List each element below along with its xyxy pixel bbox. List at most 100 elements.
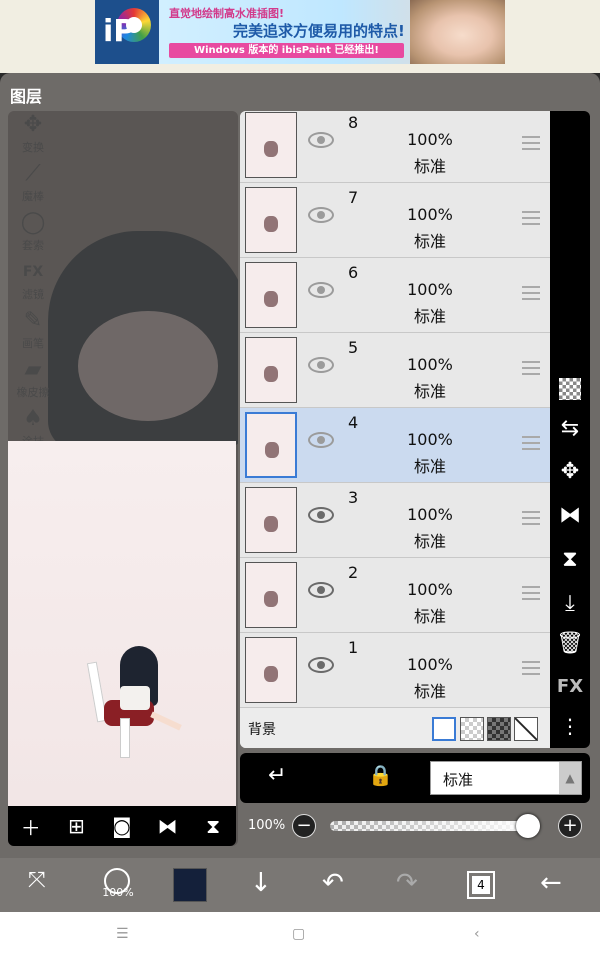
- eye-icon[interactable]: [308, 357, 334, 373]
- layer-row-6[interactable]: 6 100% 标准: [240, 258, 550, 333]
- opacity-slider[interactable]: [330, 814, 540, 838]
- ad-illustration: [410, 0, 505, 64]
- eye-icon[interactable]: [308, 207, 334, 223]
- brush-size-button[interactable]: 100%: [98, 864, 138, 904]
- drag-handle-icon[interactable]: [522, 511, 540, 525]
- merge-down-icon[interactable]: ⤓: [550, 591, 590, 616]
- ad-banner[interactable]: iP 直觉地绘制高水准插图! 完美追求方便易用的特点! Windows 版本的 …: [0, 0, 600, 73]
- layer-opacity: 100%: [407, 505, 453, 524]
- layer-blend-mode: 标准: [413, 532, 446, 551]
- layer-number: 2: [348, 563, 359, 582]
- move-icon: ✥: [23, 112, 43, 137]
- eye-icon[interactable]: [308, 432, 334, 448]
- opacity-increase-button[interactable]: +: [558, 814, 582, 838]
- tool-filter[interactable]: FX 滤镜: [8, 258, 58, 307]
- drag-handle-icon[interactable]: [522, 211, 540, 225]
- flip-vertical-icon[interactable]: ⧗: [550, 547, 590, 572]
- magic-wand-icon: ⟋: [25, 161, 41, 186]
- layer-opacity: 100%: [407, 580, 453, 599]
- layer-thumbnail: [245, 337, 297, 403]
- blend-bar: ↵ 🔒 标准 ▲: [240, 753, 590, 803]
- opacity-slider-knob[interactable]: [516, 814, 540, 838]
- camera-icon[interactable]: ◙: [107, 814, 137, 838]
- alpha-lock-icon[interactable]: 🔒: [368, 763, 393, 787]
- drag-handle-icon[interactable]: [522, 286, 540, 300]
- tool-column: ✥ 变换 ⟋ 魔棒 ◯ 套索 FX 滤镜 ✎ 画笔 ▰ 橡皮擦 ♠ 涂抹: [8, 111, 58, 454]
- eye-icon[interactable]: [308, 282, 334, 298]
- menu-icon[interactable]: ☰: [116, 926, 129, 942]
- layer-number: 1: [348, 638, 359, 657]
- drag-handle-icon[interactable]: [522, 436, 540, 450]
- more-icon[interactable]: ⋮: [550, 714, 590, 738]
- character-illustration: [80, 646, 182, 761]
- flip-horizontal-icon[interactable]: ⧓: [550, 503, 590, 528]
- layer-number: 8: [348, 113, 359, 132]
- layer-row-8[interactable]: 8 100% 标准: [240, 111, 550, 183]
- fx-icon[interactable]: FX: [550, 676, 590, 697]
- flip-vertical-icon[interactable]: ⧗: [198, 814, 228, 838]
- transparent-layer-icon[interactable]: [559, 378, 581, 400]
- layer-row-4[interactable]: 4 100% 标准: [240, 408, 550, 483]
- preview-toolbar: ＋ ⊞ ◙ ⧓ ⧗: [8, 806, 236, 846]
- trash-icon[interactable]: 🗑: [550, 631, 590, 656]
- layer-opacity: 100%: [407, 280, 453, 299]
- layer-row-5[interactable]: 5 100% 标准: [240, 333, 550, 408]
- redo-icon[interactable]: ↷: [396, 868, 418, 898]
- ad-line-1: 直觉地绘制高水准插图!: [169, 7, 285, 20]
- background-dark-checker-swatch[interactable]: [487, 717, 511, 741]
- drag-handle-icon[interactable]: [522, 586, 540, 600]
- drag-handle-icon[interactable]: [522, 136, 540, 150]
- layer-row-3[interactable]: 3 100% 标准: [240, 483, 550, 558]
- layer-list: 8 100% 标准 7 100% 标准 6 100% 标准 5 100% 标准: [240, 111, 550, 748]
- tool-magic-wand[interactable]: ⟋ 魔棒: [8, 160, 58, 209]
- layer-blend-mode: 标准: [413, 682, 446, 701]
- layer-number: 6: [348, 263, 359, 282]
- back-arrow-icon[interactable]: ←: [540, 868, 562, 898]
- tool-lasso[interactable]: ◯ 套索: [8, 209, 58, 258]
- eye-icon[interactable]: [308, 657, 334, 673]
- swap-layer-icon[interactable]: ⇆: [550, 416, 590, 441]
- back-icon[interactable]: ‹: [474, 926, 480, 942]
- background-white-swatch[interactable]: [432, 717, 456, 741]
- arrow-down-icon[interactable]: ↓: [250, 868, 272, 898]
- tool-eraser[interactable]: ▰ 橡皮擦: [8, 356, 58, 405]
- tool-select-icon[interactable]: ⤧: [28, 868, 46, 893]
- eye-icon[interactable]: [308, 132, 334, 148]
- eye-icon[interactable]: [308, 507, 334, 523]
- home-icon[interactable]: ▢: [292, 926, 305, 942]
- ad-content[interactable]: iP 直觉地绘制高水准插图! 完美追求方便易用的特点! Windows 版本的 …: [95, 0, 505, 64]
- layer-opacity: 100%: [407, 130, 453, 149]
- system-nav-bar: ☰ ▢ ‹: [0, 912, 600, 960]
- layer-opacity: 100%: [407, 205, 453, 224]
- fx-icon: FX: [22, 264, 44, 280]
- drag-handle-icon[interactable]: [522, 661, 540, 675]
- clipping-icon[interactable]: ↵: [268, 763, 286, 788]
- add-special-layer-icon[interactable]: ⊞: [61, 814, 91, 838]
- layer-preview[interactable]: [8, 441, 236, 806]
- blend-mode-select[interactable]: 标准 ▲: [430, 761, 582, 795]
- background-transparent-swatch[interactable]: [460, 717, 484, 741]
- layer-blend-mode: 标准: [413, 457, 446, 476]
- layer-opacity: 100%: [407, 655, 453, 674]
- layer-row-2[interactable]: 2 100% 标准: [240, 558, 550, 633]
- tool-transform[interactable]: ✥ 变换: [8, 111, 58, 160]
- add-layer-icon[interactable]: ＋: [16, 812, 46, 841]
- undo-icon[interactable]: ↶: [322, 868, 344, 898]
- eye-icon[interactable]: [308, 582, 334, 598]
- layer-row-1[interactable]: 1 100% 标准: [240, 633, 550, 708]
- flip-horizontal-icon[interactable]: ⧓: [153, 814, 183, 838]
- layer-blend-mode: 标准: [413, 157, 446, 176]
- opacity-decrease-button[interactable]: −: [292, 814, 316, 838]
- color-swatch[interactable]: [173, 868, 207, 902]
- layer-thumbnail: [245, 487, 297, 553]
- tool-brush[interactable]: ✎ 画笔: [8, 307, 58, 356]
- background-none-swatch[interactable]: [514, 717, 538, 741]
- drag-handle-icon[interactable]: [522, 361, 540, 375]
- layer-row-7[interactable]: 7 100% 标准: [240, 183, 550, 258]
- layer-number: 5: [348, 338, 359, 357]
- move-icon[interactable]: ✥: [550, 459, 590, 484]
- fill-icon: ♠: [23, 406, 43, 431]
- layer-thumbnail: [245, 412, 297, 478]
- lasso-icon: ◯: [20, 210, 46, 235]
- layers-button[interactable]: 4: [467, 871, 495, 899]
